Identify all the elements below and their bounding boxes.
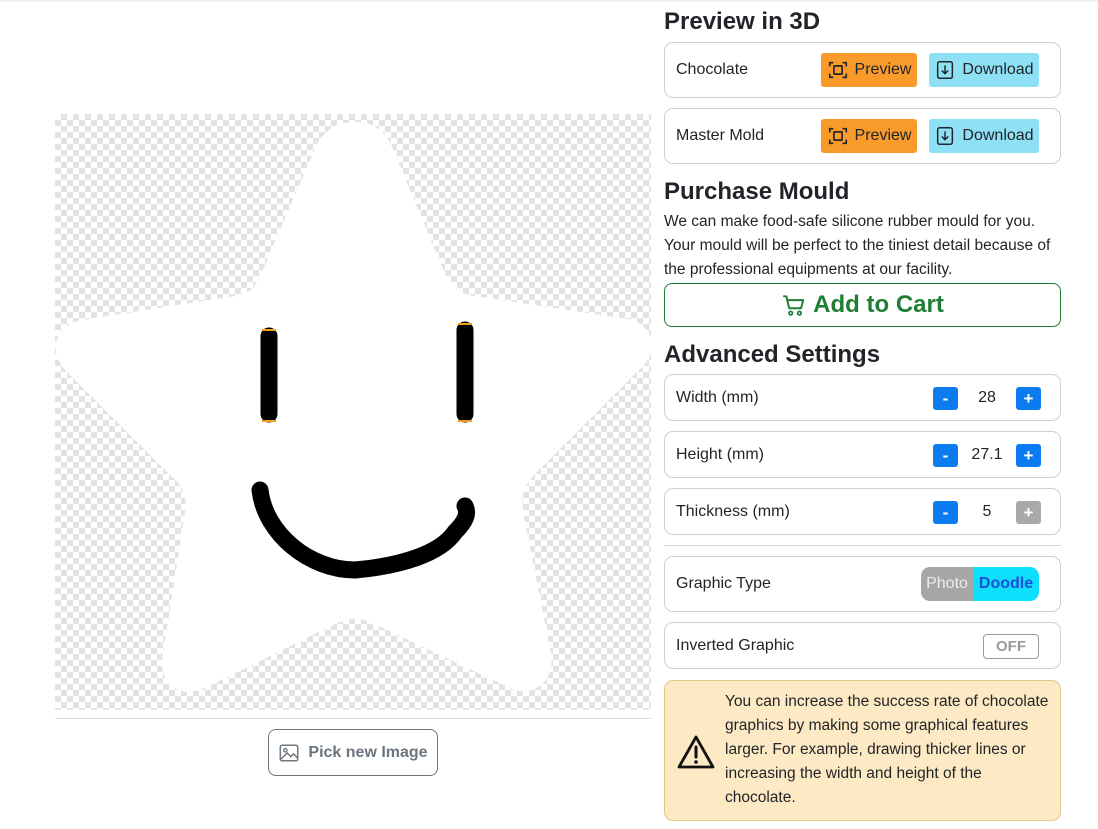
graphic-type-toggle[interactable]: Photo Doodle [921,567,1039,601]
purchase-heading: Purchase Mould [664,178,850,205]
pick-new-image-label: Pick new Image [308,743,428,761]
preview-heading: Preview in 3D [664,8,821,35]
preview-frame-icon [828,61,847,79]
graphic-type-photo-option[interactable]: Photo [921,567,973,601]
add-to-cart-label: Add to Cart [813,291,944,318]
top-border [0,0,1098,2]
thickness-setting-row: Thickness (mm) - 5 + [664,488,1061,535]
download-icon [937,127,954,145]
cart-icon [783,295,805,316]
height-increment-button[interactable]: + [1016,443,1041,467]
width-stepper: - 28 + [933,386,1041,410]
height-value: 27.1 [971,446,1003,463]
master-mold-preview-row: Master Mold Preview Download [664,108,1061,164]
purchase-description: We can make food-safe silicone rubber mo… [664,213,1051,278]
thickness-increment-button[interactable]: + [1016,500,1041,524]
warning-text: You can increase the success rate of cho… [725,693,1049,806]
warning-alert: You can increase the success rate of cho… [664,680,1061,821]
width-decrement-button[interactable]: - [933,386,958,410]
master-mold-download-label: Download [962,127,1034,144]
graphic-type-doodle-option[interactable]: Doodle [973,567,1039,601]
width-setting-row: Width (mm) - 28 + [664,374,1061,421]
thickness-value: 5 [982,503,992,520]
pick-new-image-button[interactable]: Pick new Image [268,729,438,776]
inverted-graphic-row: Inverted Graphic OFF [664,622,1061,669]
height-stepper: - 27.1 + [933,443,1041,467]
chocolate-download-button[interactable]: Download [929,53,1039,87]
thickness-decrement-button[interactable]: - [933,500,958,524]
width-value: 28 [978,389,996,406]
warning-triangle-icon [677,735,715,769]
inverted-graphic-toggle[interactable]: OFF [983,634,1039,659]
width-increment-button[interactable]: + [1016,386,1041,410]
advanced-heading: Advanced Settings [664,341,881,368]
chocolate-preview-row: Chocolate Preview Download [664,42,1061,98]
chocolate-preview-button[interactable]: Preview [821,53,917,87]
chocolate-preview-label: Preview [854,61,912,78]
thickness-stepper: - 5 + [933,500,1041,524]
star-shape [55,122,651,692]
add-to-cart-button[interactable]: Add to Cart [664,283,1061,327]
star-doodle-image [55,122,651,692]
canvas-divider [55,718,651,719]
height-setting-row: Height (mm) - 27.1 + [664,431,1061,478]
preview-frame-icon [828,127,847,145]
height-decrement-button[interactable]: - [933,443,958,467]
master-mold-preview-label: Preview [854,127,912,144]
image-canvas[interactable] [55,114,651,710]
master-mold-preview-button[interactable]: Preview [821,119,917,153]
settings-divider [664,545,1061,546]
download-icon [937,61,954,79]
graphic-type-row: Graphic Type Photo Doodle [664,556,1061,612]
image-icon [279,743,299,762]
master-mold-download-button[interactable]: Download [929,119,1039,153]
chocolate-download-label: Download [962,61,1034,78]
